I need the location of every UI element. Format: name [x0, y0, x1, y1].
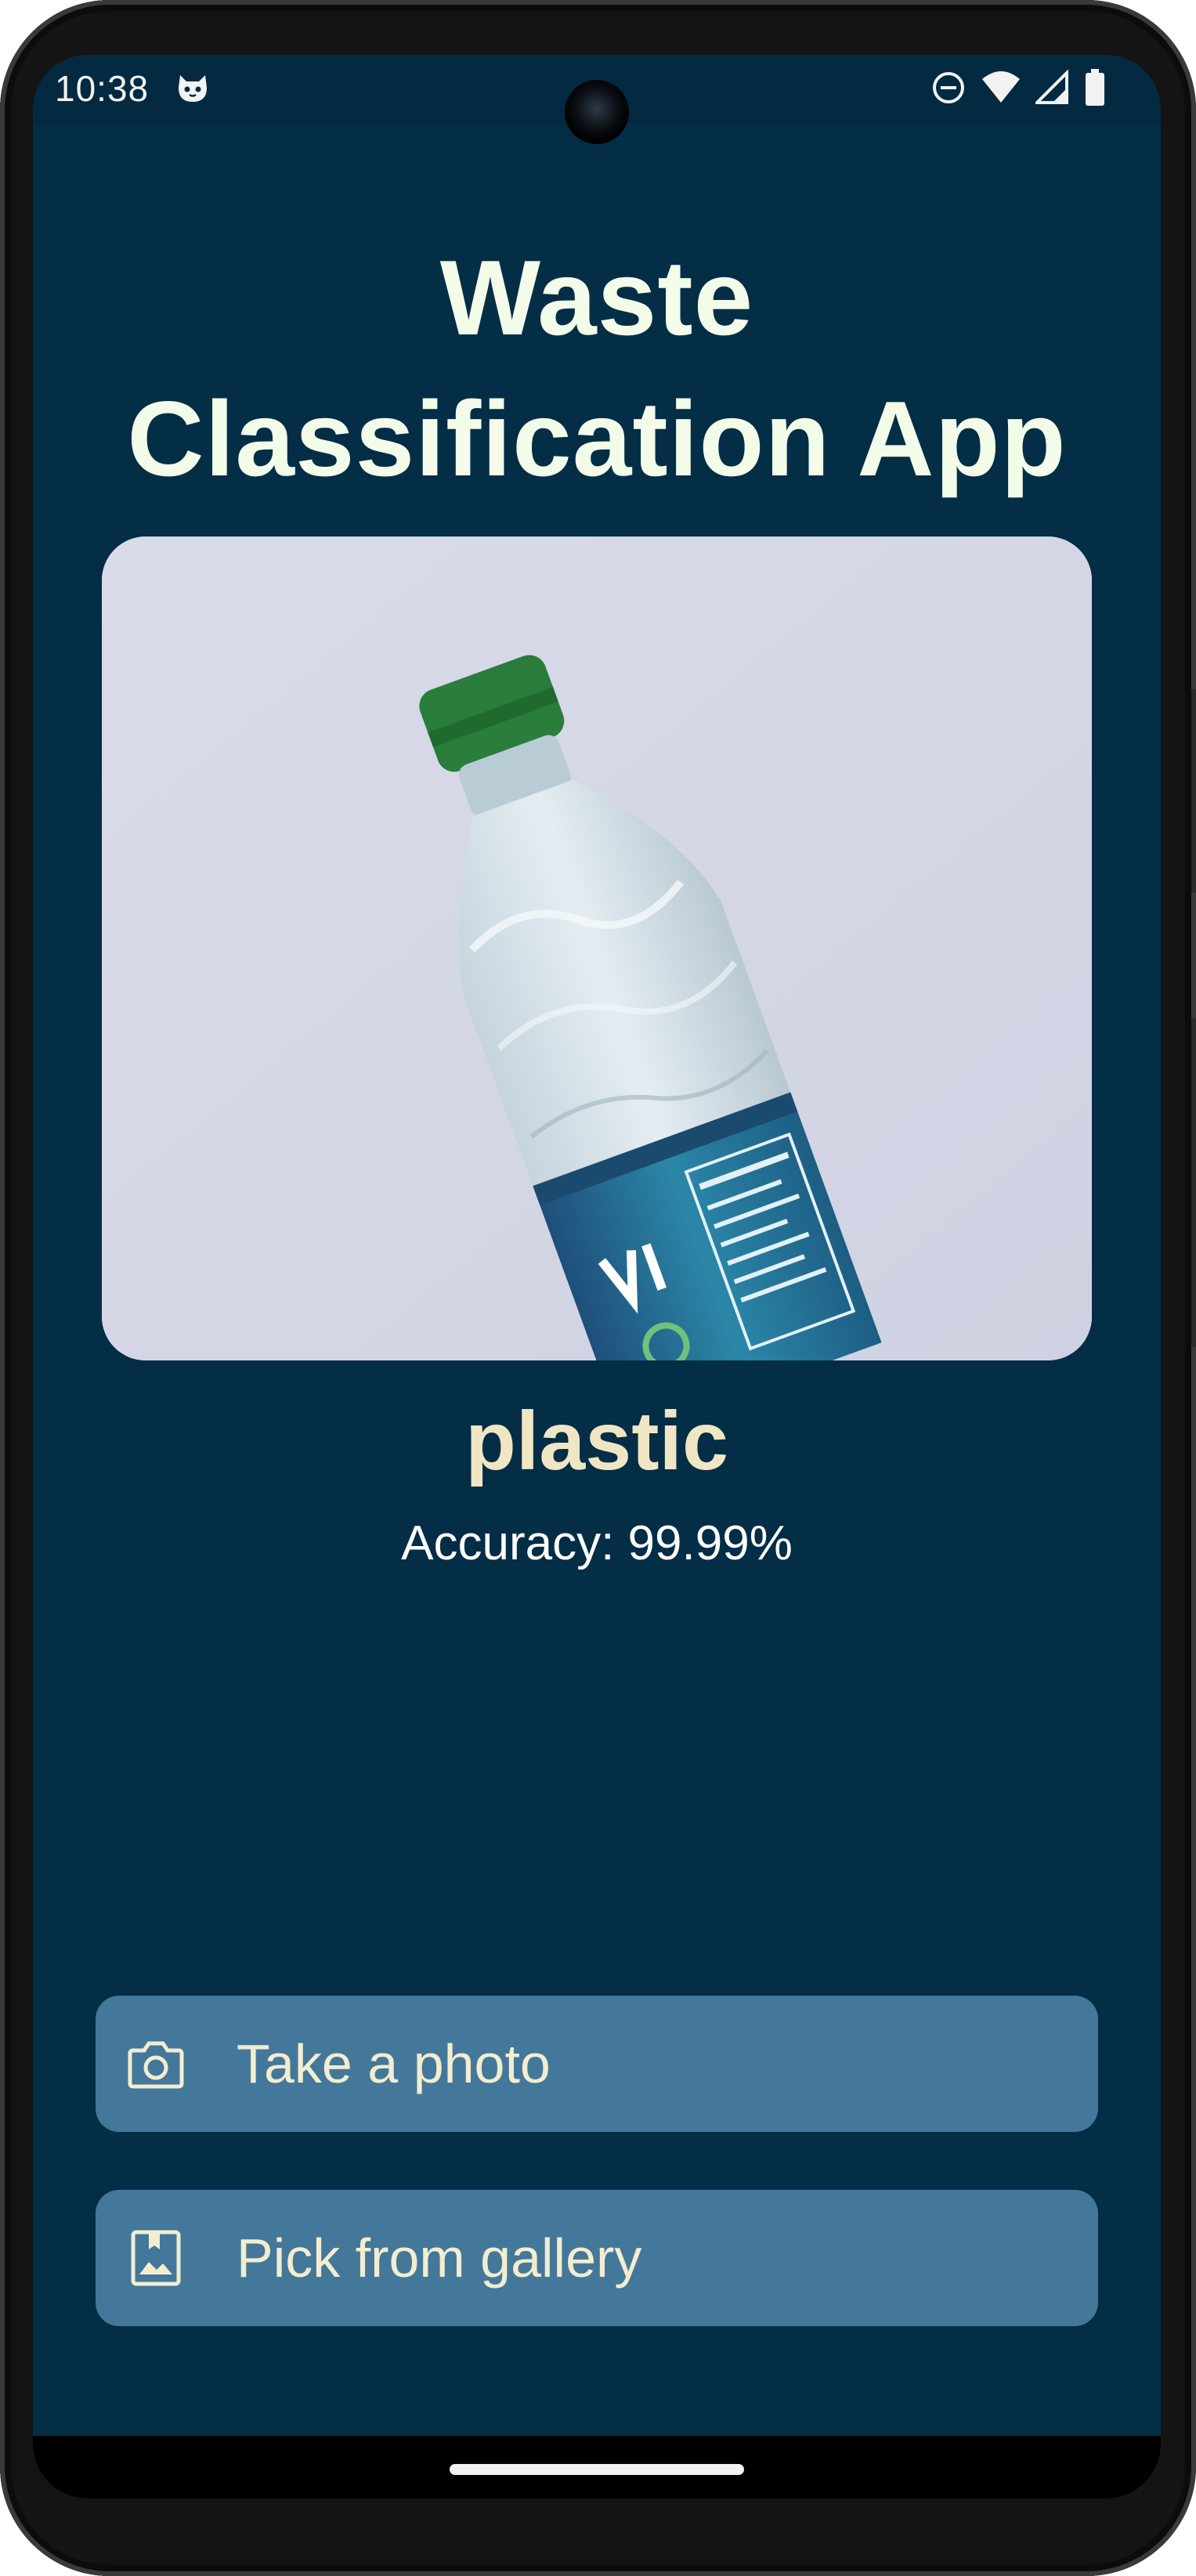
gallery-icon: [127, 2229, 185, 2287]
plastic-bottle-photo: [102, 537, 1092, 1360]
camera-icon: [127, 2035, 185, 2093]
classification-label: plastic: [465, 1395, 728, 1487]
pick-gallery-label: Pick from gallery: [237, 2227, 642, 2289]
status-icons: [930, 69, 1106, 110]
page-title: Waste Classification App: [127, 238, 1067, 498]
home-gesture-handle[interactable]: [450, 2464, 744, 2475]
status-time: 10:38: [55, 68, 150, 109]
cat-face-icon: [175, 70, 210, 105]
battery-icon: [1084, 69, 1106, 110]
volume-button: [1191, 1018, 1196, 1347]
do-not-disturb-icon: [930, 70, 967, 110]
phone-frame: 10:38 Waste Classification App plastic A…: [0, 0, 1196, 2576]
take-photo-label: Take a photo: [237, 2033, 551, 2094]
accuracy-text: Accuracy: 99.99%: [401, 1516, 793, 1570]
screen: 10:38 Waste Classification App plastic A…: [33, 55, 1161, 2498]
power-button: [1191, 689, 1196, 893]
pick-gallery-button[interactable]: Pick from gallery: [96, 2190, 1098, 2326]
wifi-icon: [981, 70, 1021, 110]
signal-icon: [1033, 69, 1070, 110]
take-photo-button[interactable]: Take a photo: [96, 1996, 1098, 2132]
front-camera: [565, 80, 629, 144]
